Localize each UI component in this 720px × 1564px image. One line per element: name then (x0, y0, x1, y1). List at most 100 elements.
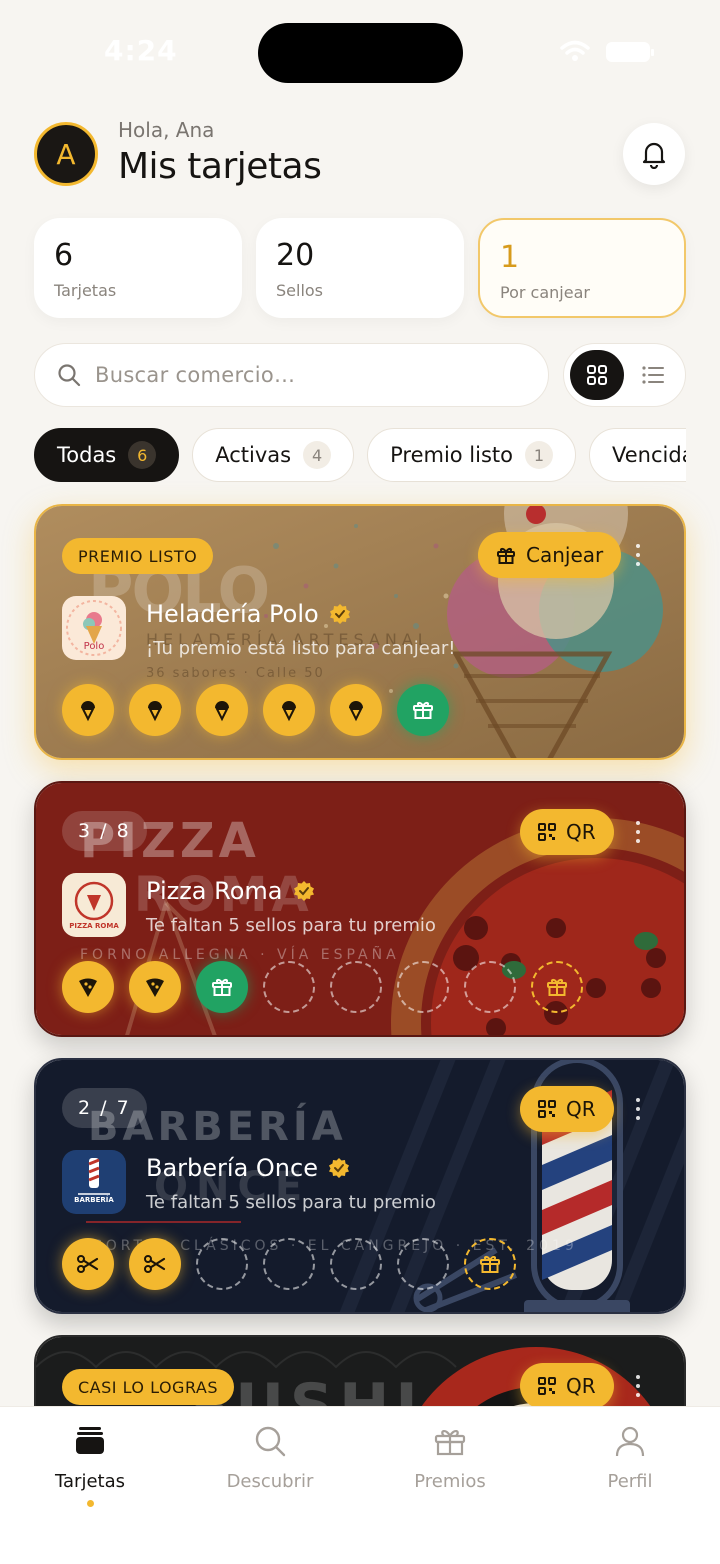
avatar[interactable]: A (34, 122, 98, 186)
card-message: ¡Tu premio está listo para canjear! (146, 638, 456, 659)
stat-stamps[interactable]: 20 Sellos (256, 218, 464, 318)
tab-discover[interactable]: Descubrir (205, 1421, 335, 1492)
card-tagline-2: 36 sabores · Calle 50 (146, 666, 325, 681)
stamp-filled (129, 961, 181, 1013)
stat-cards[interactable]: 6 Tarjetas (34, 218, 242, 318)
chip-count: 4 (303, 441, 332, 469)
stamp-empty (263, 961, 315, 1013)
business-name-text: Pizza Roma (146, 877, 283, 905)
business-logo: Polo (62, 596, 126, 660)
tab-profile[interactable]: Perfil (565, 1421, 695, 1492)
logo-text: BARBERÍA (74, 1196, 114, 1204)
filter-active[interactable]: Activas 4 (192, 428, 355, 482)
qr-button[interactable]: QR (520, 1363, 614, 1409)
grid-icon (587, 365, 607, 385)
barber-pole-logo-icon (78, 1158, 110, 1195)
gift-icon (434, 1430, 466, 1456)
stat-label: Tarjetas (54, 281, 117, 300)
qr-label: QR (566, 1374, 596, 1398)
gift-icon (212, 979, 232, 996)
tab-label: Perfil (607, 1471, 653, 1492)
filter-expired[interactable]: Vencidas (589, 428, 686, 482)
notifications-button[interactable] (623, 123, 685, 185)
stat-value: 20 (276, 238, 315, 273)
redeem-label: Canjear (526, 543, 604, 567)
stamp-empty (196, 1238, 248, 1290)
business-logo: BARBERÍA (62, 1150, 126, 1214)
stamp-empty (397, 961, 449, 1013)
tab-label: Tarjetas (55, 1471, 125, 1492)
reward-goal-stamp (531, 961, 583, 1013)
stat-to-redeem[interactable]: 1 Por canjear (478, 218, 686, 318)
search-icon (58, 364, 81, 387)
stat-label: Por canjear (500, 283, 590, 302)
qr-icon (538, 1100, 556, 1118)
chip-label: Premio listo (390, 443, 514, 467)
chip-count: 6 (128, 441, 157, 469)
view-toggle (563, 343, 686, 407)
business-name: Barbería Once (146, 1154, 350, 1182)
more-options-icon[interactable] (632, 817, 644, 847)
qr-label: QR (566, 1097, 596, 1121)
stamp-filled (62, 961, 114, 1013)
stamp-filled-gift (196, 961, 248, 1013)
logo-text: Polo (83, 641, 105, 652)
pizza-icon (146, 978, 164, 997)
stamp-empty (464, 961, 516, 1013)
stamp-filled (62, 1238, 114, 1290)
active-indicator (86, 1500, 94, 1507)
stat-value: 6 (54, 238, 74, 273)
qr-label: QR (566, 820, 596, 844)
loyalty-card-pizza-roma[interactable]: PIZZA ROMA FORNO ALLEGNA · VÍA ESPAÑA 3 … (34, 781, 686, 1037)
battery-icon (606, 42, 654, 62)
stamp-empty (263, 1238, 315, 1290)
filter-chips: Todas 6 Activas 4 Premio listo 1 Vencida… (34, 428, 686, 484)
gift-icon (497, 548, 515, 564)
more-options-icon[interactable] (632, 1094, 644, 1124)
status-badge: CASI LO LOGRAS (62, 1369, 235, 1405)
stamp-filled (263, 684, 315, 736)
list-view-button[interactable] (626, 350, 680, 400)
tab-rewards[interactable]: Premios (385, 1421, 515, 1492)
loyalty-card-polo[interactable]: POLO HELADERÍA ARTESANAL 36 sabores · Ca… (34, 504, 686, 760)
bottom-tab-bar: Tarjetas Descubrir Premios Perfil (0, 1406, 720, 1564)
more-options-icon[interactable] (632, 1371, 644, 1401)
ice-cream-icon (349, 701, 363, 722)
stamp-filled (129, 1238, 181, 1290)
dynamic-island (258, 23, 463, 83)
grid-view-button[interactable] (570, 350, 624, 400)
loyalty-card-barberia-once[interactable]: BARBERÍA ONCE CORTES CLÁSICOS · EL CANGR… (34, 1058, 686, 1314)
business-logo: PIZZA ROMA (62, 873, 126, 937)
stamp-empty (330, 961, 382, 1013)
redeem-button[interactable]: Canjear (478, 532, 622, 578)
status-badge: PREMIO LISTO (62, 538, 214, 574)
tab-label: Descubrir (226, 1471, 314, 1492)
filter-all[interactable]: Todas 6 (34, 428, 180, 482)
gift-icon (547, 979, 567, 996)
user-icon (615, 1426, 645, 1457)
logo-text: PIZZA ROMA (69, 922, 119, 930)
gift-icon (480, 1256, 500, 1273)
verified-icon (328, 1158, 349, 1178)
stamp-filled (62, 684, 114, 736)
more-options-icon[interactable] (632, 540, 644, 570)
ice-cream-icon (282, 701, 296, 722)
stamp-row (62, 961, 598, 1013)
chip-label: Activas (215, 443, 292, 467)
stat-value: 1 (500, 240, 520, 275)
tab-label: Premios (414, 1471, 486, 1492)
chip-label: Vencidas (612, 443, 686, 467)
page-title: Mis tarjetas (118, 146, 322, 187)
card-message: Te faltan 5 sellos para tu premio (146, 915, 436, 936)
search-input[interactable]: Buscar comercio… (34, 343, 549, 407)
scissors-icon (77, 1255, 99, 1273)
status-time: 4:24 (104, 34, 178, 67)
stamp-empty (330, 1238, 382, 1290)
tab-cards[interactable]: Tarjetas (25, 1421, 155, 1507)
progress-badge: 2 / 7 (62, 1088, 147, 1128)
qr-button[interactable]: QR (520, 809, 614, 855)
ice-cream-icon (215, 701, 229, 722)
filter-reward-ready[interactable]: Premio listo 1 (367, 428, 577, 482)
chip-count: 1 (525, 441, 554, 469)
qr-button[interactable]: QR (520, 1086, 614, 1132)
